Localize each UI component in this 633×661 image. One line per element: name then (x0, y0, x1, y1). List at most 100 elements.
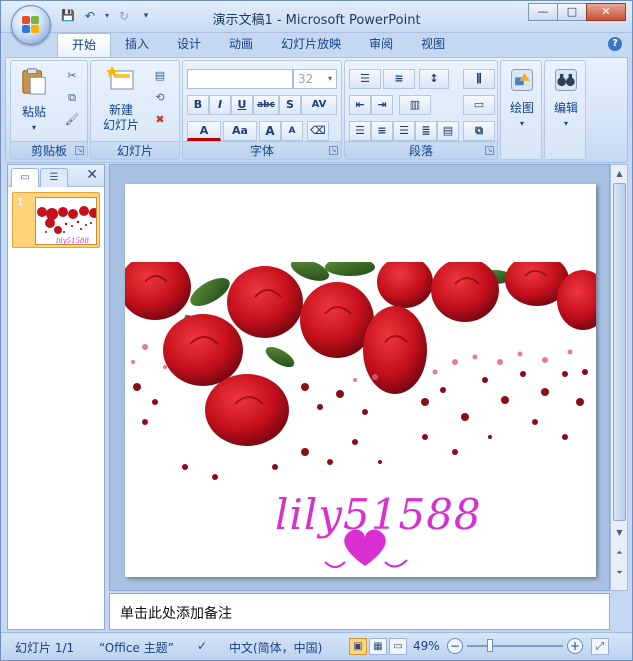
paragraph-group-label: 段落 (345, 141, 497, 159)
decrease-indent-button[interactable]: ⇤ (349, 95, 371, 115)
align-right-button[interactable]: ☰ (393, 121, 415, 141)
zoom-level[interactable]: 49% (413, 639, 440, 653)
clipboard-group: 粘贴 ▾ ✂ ⧉ 🖌 剪贴板 ↘ (10, 60, 88, 160)
fit-to-window-button[interactable]: ⤢ (591, 638, 609, 655)
tab-slideshow[interactable]: 幻灯片放映 (267, 33, 355, 57)
font-color-button[interactable]: A (187, 121, 221, 141)
increase-indent-button[interactable]: ⇥ (371, 95, 393, 115)
bold-button[interactable]: B (187, 95, 209, 115)
spellcheck-icon[interactable]: ✓ (197, 639, 207, 653)
cut-icon[interactable]: ✂ (63, 67, 81, 85)
slide-sorter-button[interactable]: ▦ (369, 638, 387, 655)
align-text-button[interactable]: ▭ (463, 95, 495, 115)
outline-tab[interactable]: ☰ (40, 168, 68, 187)
scrollbar-thumb[interactable] (613, 183, 626, 521)
shrink-font-button[interactable]: A (281, 121, 303, 141)
new-slide-button[interactable]: 新建 幻灯片 (95, 65, 147, 133)
ribbon-tabs: 开始 插入 设计 动画 幻灯片放映 审阅 视图 (57, 33, 459, 57)
editing-button[interactable]: 编辑 ▾ (547, 67, 585, 131)
clipboard-launcher-icon[interactable]: ↘ (75, 146, 84, 155)
status-bar: 幻灯片 1/1 “Office 主题” ✓ 中文(简体，中国) ▣ ▦ ▭ 49… (1, 632, 632, 660)
font-name-combo[interactable] (187, 69, 293, 89)
columns-button[interactable]: ▥ (399, 95, 431, 115)
minimize-button[interactable]: — (528, 3, 558, 21)
normal-view-button[interactable]: ▣ (349, 638, 367, 655)
zoom-in-button[interactable]: + (567, 638, 583, 654)
change-case-button[interactable]: Aa (223, 121, 257, 141)
character-spacing-button[interactable]: AV (301, 95, 337, 115)
smartart-button[interactable]: ⧉ (463, 121, 495, 141)
font-size-dropdown-icon: ▾ (327, 74, 332, 83)
zoom-out-button[interactable]: − (447, 638, 463, 654)
paste-dropdown-icon: ▾ (31, 123, 36, 132)
distributed-button[interactable]: ▤ (437, 121, 459, 141)
tab-design[interactable]: 设计 (163, 33, 215, 57)
drawing-dropdown-icon: ▾ (519, 119, 524, 128)
shadow-button[interactable]: S (279, 95, 301, 115)
maximize-button[interactable]: □ (557, 3, 587, 21)
paragraph-launcher-icon[interactable]: ↘ (485, 146, 494, 155)
zoom-slider[interactable] (467, 639, 563, 652)
drawing-label: 绘图 (509, 101, 534, 115)
tab-review[interactable]: 审阅 (355, 33, 407, 57)
tab-view[interactable]: 视图 (407, 33, 459, 57)
copy-icon[interactable]: ⧉ (63, 89, 81, 107)
close-pane-icon[interactable]: ✕ (86, 167, 98, 183)
help-icon[interactable]: ? (608, 37, 622, 51)
zoom-slider-thumb[interactable] (487, 639, 493, 652)
scroll-up-icon[interactable]: ▲ (613, 166, 626, 181)
language-indicator[interactable]: 中文(简体，中国) (229, 639, 322, 656)
slide-canvas[interactable]: lily51588 (125, 184, 596, 577)
drawing-button[interactable]: 绘图 ▾ (503, 67, 541, 131)
reset-icon[interactable]: ⟲ (151, 89, 169, 107)
justify-button[interactable]: ≣ (415, 121, 437, 141)
italic-button[interactable]: I (209, 95, 231, 115)
previous-slide-icon[interactable]: ⏶ (613, 545, 626, 560)
slide-thumbnail-1[interactable]: 1 lily51588 (12, 192, 100, 248)
align-left-button[interactable]: ☰ (349, 121, 371, 141)
vertical-scrollbar[interactable]: ▲ ▼ ⏶ ⏷ (610, 164, 628, 591)
font-launcher-icon[interactable]: ↘ (329, 146, 338, 155)
layout-icon[interactable]: ▤ (151, 67, 169, 85)
roses-picture[interactable]: lily51588 (125, 262, 596, 577)
delete-slide-icon[interactable]: ✖ (151, 111, 169, 129)
new-slide-label-1: 新建 (108, 103, 133, 117)
paste-button[interactable]: 粘贴 ▾ (17, 65, 51, 135)
align-center-button[interactable]: ≡ (371, 121, 393, 141)
text-direction-button[interactable]: ⫼ (463, 69, 495, 89)
bullets-button[interactable]: ☰ (349, 69, 381, 89)
font-size-combo[interactable]: 32 ▾ (293, 69, 337, 89)
svg-text:lily51588: lily51588 (56, 237, 89, 245)
numbering-button[interactable]: ≡ (383, 69, 415, 89)
new-slide-label-2: 幻灯片 (102, 118, 139, 132)
format-painter-icon[interactable]: 🖌 (63, 111, 81, 129)
scroll-down-icon[interactable]: ▼ (613, 525, 626, 540)
new-slide-icon (106, 66, 134, 90)
next-slide-icon[interactable]: ⏷ (613, 565, 626, 580)
drawing-group: 绘图 ▾ (500, 60, 542, 160)
tab-animations[interactable]: 动画 (215, 33, 267, 57)
notes-pane[interactable]: 单击此处添加备注 (109, 593, 610, 630)
office-button[interactable] (11, 5, 51, 45)
slide-editing-area[interactable]: lily51588 (109, 164, 610, 591)
slide-signature-text[interactable]: lily51588 (275, 490, 482, 539)
slides-group: 新建 幻灯片 ▤ ⟲ ✖ 幻灯片 (90, 60, 180, 160)
strikethrough-button[interactable]: abc (253, 95, 279, 115)
tab-home[interactable]: 开始 (57, 33, 112, 57)
theme-name[interactable]: “Office 主题” (99, 639, 174, 656)
clear-formatting-button[interactable]: ⌫ (307, 121, 329, 141)
slides-tab[interactable]: ▭ (11, 168, 39, 187)
tab-insert[interactable]: 插入 (111, 33, 163, 57)
underline-button[interactable]: U (231, 95, 253, 115)
editing-dropdown-icon: ▾ (563, 119, 568, 128)
paste-icon (22, 68, 46, 95)
slideshow-button[interactable]: ▭ (389, 638, 407, 655)
editing-group: 编辑 ▾ (544, 60, 586, 160)
grow-font-button[interactable]: A (259, 121, 281, 141)
line-spacing-button[interactable]: ↕ (419, 69, 449, 89)
paste-label: 粘贴 (21, 105, 46, 119)
slides-group-label: 幻灯片 (91, 141, 179, 159)
title-bar: 💾 ↶ ▾ ↻ ▾ 演示文稿1 - Microsoft PowerPoint —… (1, 1, 632, 33)
close-button[interactable]: ✕ (586, 3, 626, 21)
slides-pane-tabs: ▭ ☰ ✕ (8, 165, 104, 187)
